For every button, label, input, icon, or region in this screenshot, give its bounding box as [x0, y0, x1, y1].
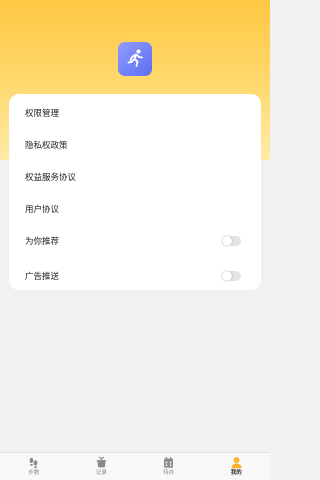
screen: 权限管理 隐私权政策 权益服务协议 用户协议 为你推荐 广告推送 步数 记录 待… — [0, 0, 270, 480]
tab-steps[interactable]: 步数 — [0, 453, 68, 480]
running-man-icon — [127, 49, 143, 67]
menu-item-label: 广告推送 — [25, 272, 60, 282]
menu-item-ad-push: 广告推送 — [9, 260, 261, 292]
menu-item-privacy-policy[interactable]: 隐私权政策 — [9, 129, 261, 161]
menu-item-label: 权限管理 — [25, 109, 60, 119]
tab-label: 待办 — [163, 470, 175, 476]
tab-mine[interactable]: 我的 — [203, 453, 271, 480]
toggle-knob — [222, 271, 232, 281]
tab-label: 步数 — [28, 470, 40, 476]
menu-item-label: 为你推荐 — [25, 237, 60, 247]
menu-item-user-agreement[interactable]: 用户协议 — [9, 193, 261, 225]
tab-record[interactable]: 记录 — [68, 453, 136, 480]
menu-item-permission[interactable]: 权限管理 — [9, 97, 261, 129]
menu-item-recommend: 为你推荐 — [9, 225, 261, 257]
menu-item-label: 用户协议 — [25, 205, 60, 215]
toggle-knob — [222, 236, 232, 246]
calendar-icon — [164, 456, 174, 468]
menu-item-service-agreement[interactable]: 权益服务协议 — [9, 161, 261, 193]
menu-item-label: 权益服务协议 — [25, 173, 77, 183]
pot-icon — [96, 456, 107, 468]
person-icon — [231, 457, 242, 469]
bottom-tab-bar: 步数 记录 待办 我的 — [0, 452, 270, 480]
app-logo — [118, 42, 152, 76]
menu-item-label: 隐私权政策 — [25, 141, 68, 151]
ad-push-toggle[interactable] — [222, 271, 241, 281]
settings-card: 权限管理 隐私权政策 权益服务协议 用户协议 为你推荐 广告推送 — [9, 94, 261, 290]
tab-todo[interactable]: 待办 — [135, 453, 203, 480]
recommend-toggle[interactable] — [222, 236, 241, 246]
footprint-icon — [29, 457, 38, 469]
tab-label: 记录 — [95, 470, 107, 476]
tab-label: 我的 — [230, 470, 242, 476]
